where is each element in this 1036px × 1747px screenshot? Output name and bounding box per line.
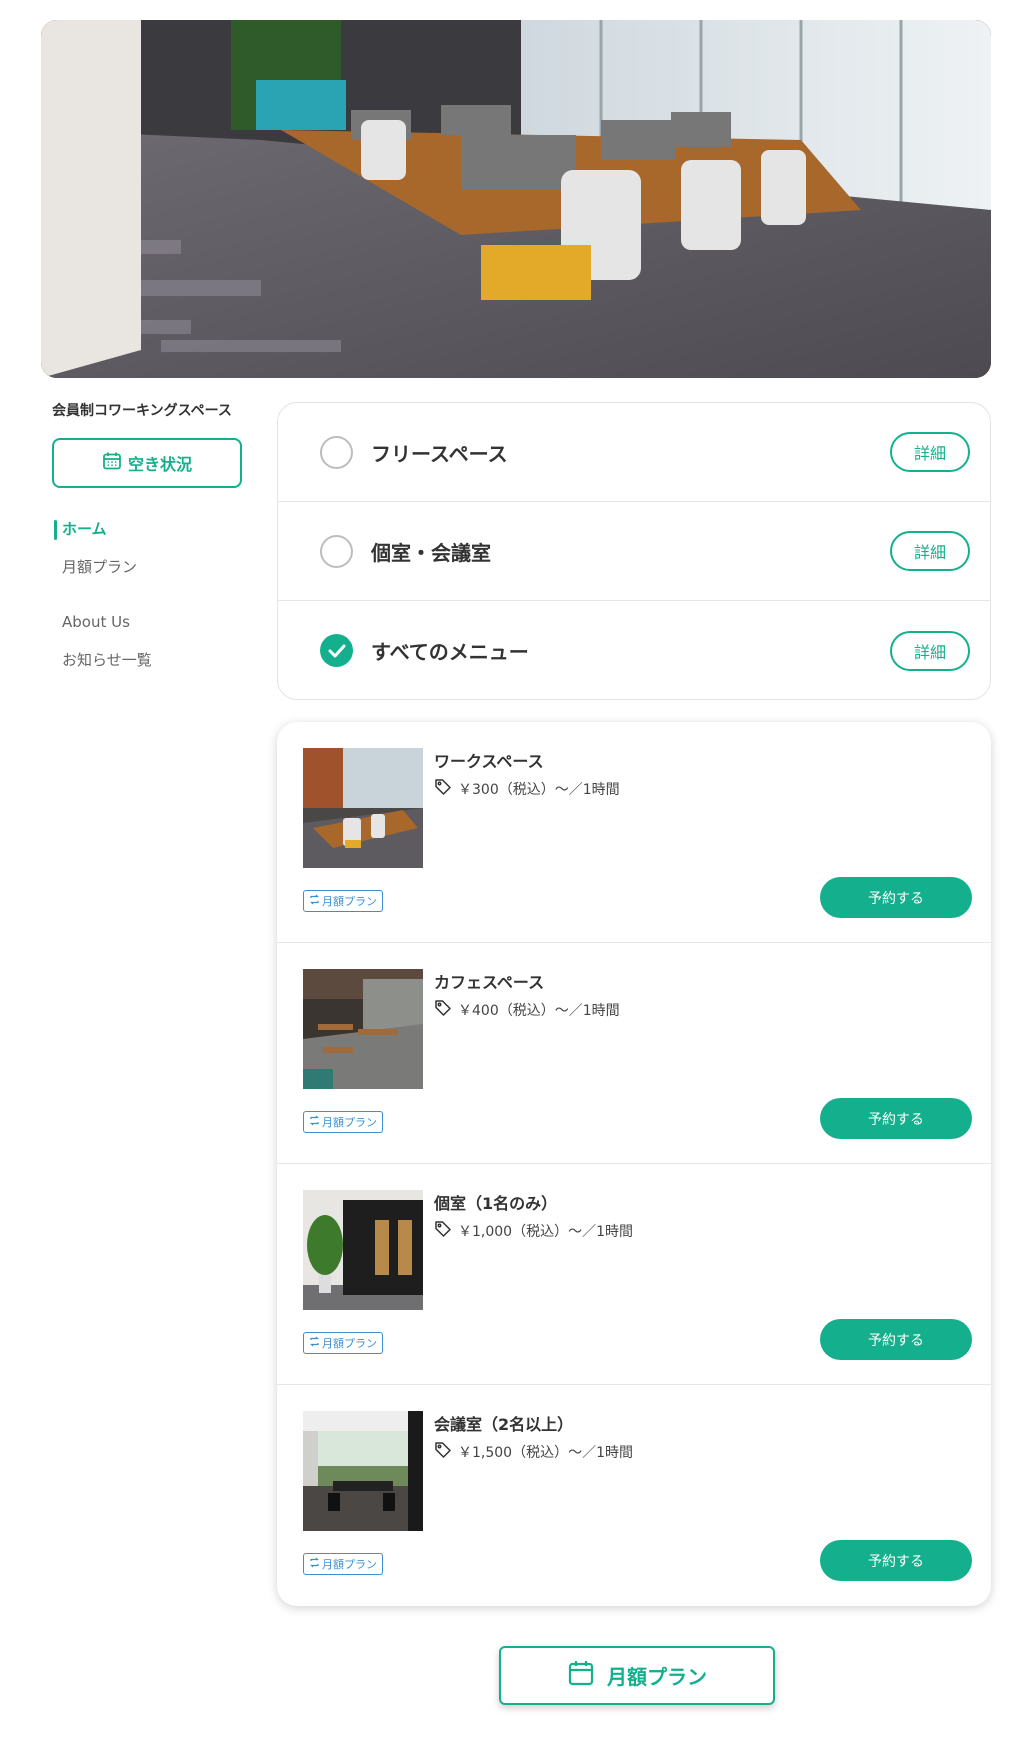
shop-name: 会員制コワーキングスペース [52, 403, 232, 419]
badge-label: 月額プラン [322, 1337, 377, 1350]
radio-unchecked-icon[interactable] [320, 534, 353, 568]
menu-item-name: カフェスペース [434, 973, 545, 992]
menu-list-card: ワークスペース ￥300（税込）〜／1時間 月額プラン 予約する カフェスペース… [277, 722, 991, 1606]
menu-item: 個室（1名のみ） ￥1,000（税込）〜／1時間 月額プラン 予約する [277, 1164, 991, 1385]
nav-item-about-us[interactable]: About Us [52, 603, 252, 641]
repeat-icon [309, 1336, 320, 1350]
detail-button[interactable]: 詳細 [890, 630, 970, 671]
reserve-button[interactable]: 予約する [820, 1098, 972, 1139]
detail-button[interactable]: 詳細 [890, 432, 970, 472]
menu-item: ワークスペース ￥300（税込）〜／1時間 月額プラン 予約する [277, 722, 991, 943]
category-label: 個室・会議室 [371, 540, 491, 565]
price-tag-icon [434, 778, 452, 800]
menu-item-price: ￥1,000（税込）〜／1時間 [458, 1224, 633, 1240]
reserve-button[interactable]: 予約する [820, 1319, 972, 1360]
availability-button[interactable]: 空き状況 [52, 438, 242, 488]
sidebar-nav: ホーム 月額プラン About Us お知らせ一覧 [52, 510, 252, 679]
radio-unchecked-icon[interactable] [320, 435, 353, 469]
menu-item-name: 個室（1名のみ） [434, 1194, 558, 1213]
reserve-button[interactable]: 予約する [820, 1540, 972, 1581]
category-option-all-menu[interactable]: すべてのメニュー 詳細 [278, 601, 990, 699]
menu-item-name: 会議室（2名以上） [434, 1415, 574, 1434]
price-line: ￥300（税込）〜／1時間 [434, 778, 620, 800]
nav-item-home[interactable]: ホーム [52, 510, 252, 548]
monthly-plan-badge: 月額プラン [303, 1553, 383, 1575]
menu-thumbnail-meeting-room [303, 1411, 423, 1531]
menu-thumbnail-workspace [303, 748, 423, 868]
menu-item-name: ワークスペース [434, 752, 544, 771]
repeat-icon [309, 1557, 320, 1571]
badge-label: 月額プラン [322, 1558, 377, 1571]
category-option-private-room[interactable]: 個室・会議室 詳細 [278, 502, 990, 601]
monthly-plan-button[interactable]: 月額プラン [499, 1646, 775, 1705]
price-line: ￥1,000（税込）〜／1時間 [434, 1220, 633, 1242]
repeat-icon [309, 1115, 320, 1129]
reserve-button[interactable]: 予約する [820, 877, 972, 918]
category-label: すべてのメニュー [371, 640, 529, 664]
category-select-card: フリースペース 詳細 個室・会議室 詳細 すべてのメニュー 詳細 [277, 402, 991, 700]
price-tag-icon [434, 999, 452, 1021]
calendar-icon [102, 451, 122, 475]
monthly-plan-button-label: 月額プラン [607, 1665, 707, 1689]
badge-label: 月額プラン [322, 895, 377, 908]
nav-item-news-list[interactable]: お知らせ一覧 [52, 641, 252, 679]
monthly-plan-badge: 月額プラン [303, 890, 383, 912]
menu-item-price: ￥1,500（税込）〜／1時間 [458, 1445, 633, 1461]
menu-item-price: ￥400（税込）〜／1時間 [458, 1003, 620, 1019]
price-line: ￥1,500（税込）〜／1時間 [434, 1441, 633, 1463]
repeat-icon [309, 894, 320, 908]
radio-checked-icon[interactable] [320, 634, 353, 667]
menu-item-price: ￥300（税込）〜／1時間 [458, 782, 620, 798]
badge-label: 月額プラン [322, 1116, 377, 1129]
monthly-plan-badge: 月額プラン [303, 1332, 383, 1354]
price-line: ￥400（税込）〜／1時間 [434, 999, 620, 1021]
menu-thumbnail-private-room [303, 1190, 423, 1310]
detail-button[interactable]: 詳細 [890, 531, 970, 571]
price-tag-icon [434, 1441, 452, 1463]
price-tag-icon [434, 1220, 452, 1242]
sidebar: 会員制コワーキングスペース 空き状況 ホーム 月額プラン About Us お知… [52, 400, 252, 679]
nav-item-monthly-plan[interactable]: 月額プラン [52, 548, 252, 586]
availability-button-label: 空き状況 [127, 455, 192, 474]
menu-item: 会議室（2名以上） ￥1,500（税込）〜／1時間 月額プラン 予約する [277, 1385, 991, 1606]
hero-image [41, 20, 991, 378]
calendar-icon [567, 1659, 595, 1692]
monthly-plan-badge: 月額プラン [303, 1111, 383, 1133]
menu-thumbnail-cafe [303, 969, 423, 1089]
category-option-free-space[interactable]: フリースペース 詳細 [278, 403, 990, 502]
category-label: フリースペース [371, 441, 508, 466]
menu-item: カフェスペース ￥400（税込）〜／1時間 月額プラン 予約する [277, 943, 991, 1164]
